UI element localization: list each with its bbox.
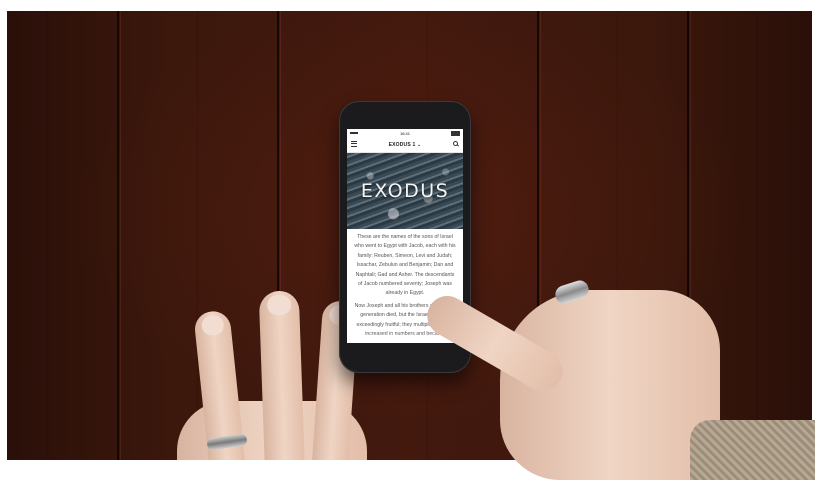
plank-gap (117, 11, 119, 460)
paragraph: These are the names of the sons of Israe… (354, 234, 456, 297)
status-time: 16:41 (399, 130, 410, 136)
status-bar: 16:41 (347, 129, 463, 137)
book-hero-image: EXODUS (347, 153, 463, 229)
wood-grain (197, 11, 198, 460)
hamburger-menu-icon[interactable] (351, 141, 357, 147)
battery-icon (451, 131, 460, 136)
wood-grain (757, 11, 758, 460)
app-navbar: EXODUS 1 ⌄ (347, 137, 463, 153)
plank-edge (120, 11, 121, 460)
search-icon[interactable] (453, 141, 458, 146)
signal-icon (350, 132, 358, 134)
hero-title: EXODUS (360, 180, 450, 202)
chapter-selector[interactable]: EXODUS 1 ⌄ (389, 142, 422, 148)
left-middle-finger (258, 290, 306, 460)
knit-sleeve (690, 420, 815, 480)
wood-grain (47, 11, 48, 460)
